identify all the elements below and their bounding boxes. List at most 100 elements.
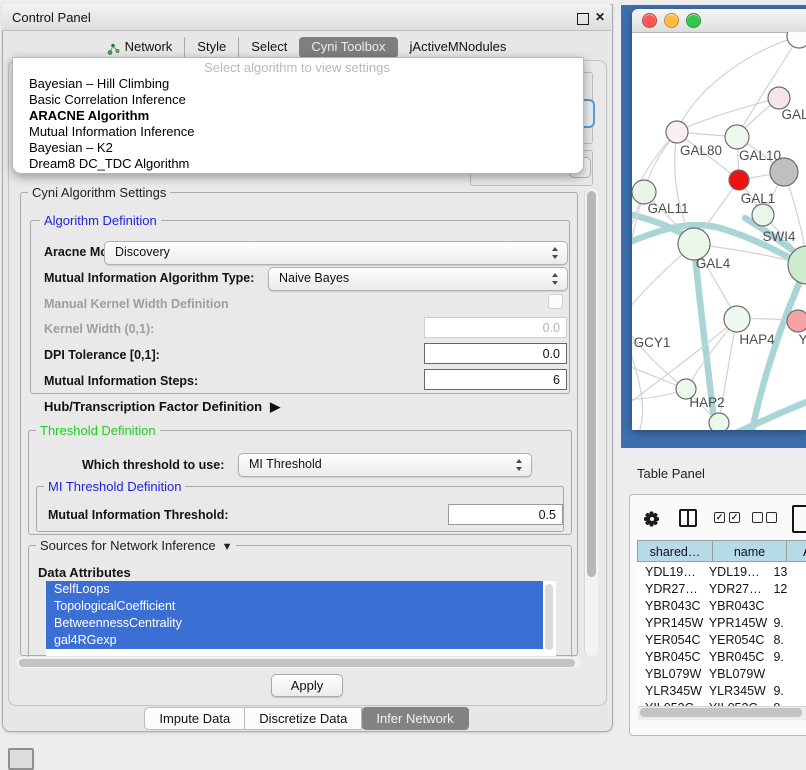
bottom-tab-infer-network[interactable]: Infer Network — [362, 707, 468, 730]
which-threshold-value: MI Threshold — [249, 457, 322, 471]
attribute-selfloops[interactable]: SelfLoops — [46, 581, 543, 598]
network-edge[interactable] — [720, 400, 806, 430]
network-node[interactable] — [709, 413, 729, 430]
node-label: SWI4 — [762, 229, 795, 244]
node-label: HAP2 — [689, 395, 724, 410]
column-header-name[interactable]: name — [713, 540, 787, 562]
table-cell — [770, 598, 806, 615]
table-row[interactable]: YDL19…YDL19…13 — [637, 564, 806, 581]
bottom-tab-impute-data[interactable]: Impute Data — [144, 707, 245, 730]
mi-type-combobox[interactable]: Naive Bayes — [268, 267, 568, 291]
network-node-gal10[interactable] — [725, 125, 749, 149]
table-row[interactable]: YBL079WYBL079W — [637, 666, 806, 683]
network-node-gal[interactable] — [768, 87, 790, 109]
mi-type-label: Mutual Information Algorithm Type: — [44, 271, 254, 285]
column-header-shared[interactable]: shared… — [637, 540, 713, 562]
tab-cyni-toolbox[interactable]: Cyni Toolbox — [299, 37, 397, 58]
mi-threshold-group-title: MI Threshold Definition — [44, 479, 185, 494]
stepper-arrows-icon — [552, 246, 559, 260]
network-node-hap4[interactable] — [724, 306, 750, 332]
network-node-swi4[interactable] — [752, 204, 774, 226]
close-icon[interactable]: ✕ — [595, 10, 605, 24]
table-cell: YBR045C — [637, 649, 705, 666]
tab-select[interactable]: Select — [238, 37, 299, 57]
table-row[interactable]: YBR045CYBR045C9. — [637, 649, 806, 666]
settings-gear-icon[interactable] — [643, 510, 660, 527]
network-node-gal80[interactable] — [666, 121, 688, 143]
network-node-gal1[interactable] — [729, 170, 749, 190]
tab-label: Style — [197, 37, 226, 57]
node-label: GAL4 — [696, 256, 731, 271]
mi-steps-field[interactable] — [424, 369, 567, 390]
node-label: GAL1 — [741, 191, 776, 206]
scrollbar-thumb[interactable] — [545, 584, 553, 650]
bottom-tabbar: Impute DataDiscretize DataInfer Network — [2, 707, 611, 730]
table-cell: YBL079W — [705, 666, 771, 683]
network-icon — [107, 41, 120, 53]
sources-title-label: Sources for Network Inference — [40, 538, 216, 553]
unchecked-rows-icon[interactable] — [766, 512, 777, 523]
network-node[interactable] — [787, 32, 806, 48]
bottom-tab-discretize-data[interactable]: Discretize Data — [245, 707, 362, 730]
table-cell: YER054C — [637, 632, 705, 649]
tab-label: jActiveMNodules — [410, 37, 507, 57]
mi-type-value: Naive Bayes — [279, 271, 349, 285]
expander-collapsed-icon: ▶ — [270, 399, 280, 415]
table-row[interactable]: YBR043CYBR043C — [637, 598, 806, 615]
algorithm-option-bayesian-k2[interactable]: Bayesian – K2 — [13, 140, 579, 156]
scrollbar-thumb[interactable] — [640, 708, 802, 717]
stepper-arrows-icon — [552, 272, 559, 286]
which-threshold-combobox[interactable]: MI Threshold — [238, 453, 532, 477]
algorithm-option-dream8-dc-tdc-algorithm[interactable]: Dream8 DC_TDC Algorithm — [13, 156, 579, 172]
network-canvas[interactable]: GALGAL80GAL10GAL1GAL11SWI4GAL4GCY1HAP4YH… — [632, 32, 806, 430]
settings-horizontal-scrollbar[interactable] — [16, 657, 582, 668]
apply-button[interactable]: Apply — [271, 674, 343, 697]
table-cell — [770, 666, 806, 683]
network-window-titlebar[interactable] — [632, 9, 806, 33]
scrollbar-thumb[interactable] — [587, 191, 596, 577]
network-edge[interactable] — [632, 192, 644, 320]
manual-kernel-checkbox — [548, 294, 563, 309]
attribute-topologicalcoefficient[interactable]: TopologicalCoefficient — [46, 598, 543, 615]
table-row[interactable]: YER054CYER054C8. — [637, 632, 806, 649]
algorithm-option-mutual-information-inference[interactable]: Mutual Information Inference — [13, 124, 579, 140]
aracne-mode-value: Discovery — [115, 245, 170, 259]
sources-title[interactable]: Sources for Network Inference▼ — [36, 538, 236, 553]
data-attributes-list: SelfLoopsTopologicalCoefficientBetweenne… — [46, 581, 556, 656]
tab-network[interactable]: Network — [95, 37, 185, 57]
algorithm-option-aracne-algorithm[interactable]: ARACNE Algorithm — [13, 108, 579, 124]
attribute-betweennesscentrality[interactable]: BetweennessCentrality — [46, 615, 543, 632]
tab-jactivemnodules[interactable]: jActiveMNodules — [398, 37, 519, 57]
checked-rows-icon[interactable]: ✓ — [729, 512, 740, 523]
table-row[interactable]: YDR27…YDR27…12 — [637, 581, 806, 598]
scrollbar-thumb[interactable] — [19, 659, 575, 667]
algorithm-option-basic-correlation-inference[interactable]: Basic Correlation Inference — [13, 92, 579, 108]
algorithm-option-bayesian-hill-climbing[interactable]: Bayesian – Hill Climbing — [13, 76, 579, 92]
table-cell: YBR043C — [637, 598, 705, 615]
network-node-y[interactable] — [787, 310, 806, 332]
zoom-window-icon[interactable] — [686, 13, 701, 28]
hub-factor-expander[interactable]: Hub/Transcription Factor Definition▶ — [44, 399, 280, 415]
tab-style[interactable]: Style — [184, 37, 238, 57]
table-cell: 13 — [770, 564, 806, 581]
network-edge[interactable] — [677, 98, 779, 132]
aracne-mode-combobox[interactable]: Discovery — [104, 241, 568, 265]
split-panel-icon[interactable] — [679, 509, 697, 527]
table-row[interactable]: YPR145WYPR145W9. — [637, 615, 806, 632]
minimize-window-icon[interactable] — [664, 13, 679, 28]
attribute-gal4rgexp[interactable]: gal4RGexp — [46, 632, 543, 649]
table-cell: YBR045C — [705, 649, 771, 666]
export-table-icon[interactable] — [792, 505, 806, 533]
dpi-tolerance-field[interactable] — [424, 343, 567, 364]
table-row[interactable]: YLR345WYLR345W9. — [637, 683, 806, 700]
unchecked-rows-icon[interactable] — [752, 512, 763, 523]
attribute-list-scrollbar[interactable] — [544, 583, 554, 653]
float-window-icon[interactable] — [577, 13, 589, 25]
node-label: GAL10 — [739, 148, 781, 163]
panel-corner-icon[interactable] — [8, 748, 34, 770]
mi-threshold-field[interactable] — [448, 504, 563, 525]
checked-rows-icon[interactable]: ✓ — [714, 512, 725, 523]
close-window-icon[interactable] — [642, 13, 657, 28]
settings-vertical-scrollbar[interactable] — [584, 189, 598, 656]
column-header-a[interactable]: A — [787, 540, 806, 562]
